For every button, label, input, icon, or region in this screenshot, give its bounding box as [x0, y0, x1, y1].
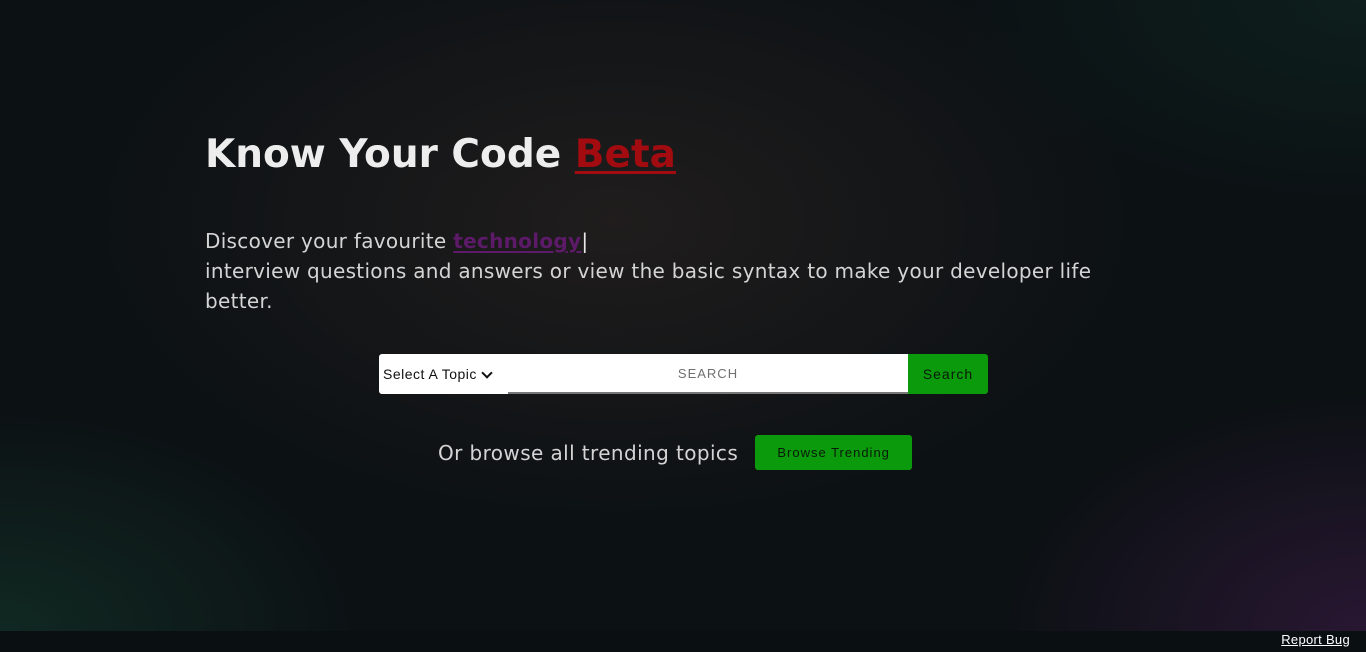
search-input[interactable] [508, 354, 908, 394]
title-main: Know Your Code [205, 132, 562, 177]
beta-badge-link[interactable]: Beta [575, 132, 676, 177]
topic-select-value: Select A Topic [383, 366, 477, 382]
typing-cursor: | [581, 229, 589, 253]
browse-section: Or browse all trending topics Browse Tre… [438, 435, 913, 470]
search-bar: Select A Topic Search [379, 354, 988, 394]
topic-select[interactable]: Select A Topic [379, 354, 508, 394]
chevron-down-icon [481, 368, 493, 380]
browse-text: Or browse all trending topics [438, 440, 739, 465]
technology-link[interactable]: technology [453, 229, 581, 253]
desc-rest: interview questions and answers or view … [205, 259, 1092, 313]
hero-description: Discover your favourite technology| inter… [205, 226, 1165, 316]
desc-prefix: Discover your favourite [205, 229, 447, 253]
page-title: Know Your Code Beta [205, 132, 1165, 178]
hero-section: Know Your Code Beta Discover your favour… [205, 132, 1165, 316]
search-button[interactable]: Search [908, 354, 988, 394]
report-bug-link[interactable]: Report Bug [1281, 632, 1350, 647]
footer: Report Bug [0, 631, 1366, 652]
browse-trending-button[interactable]: Browse Trending [755, 435, 913, 470]
